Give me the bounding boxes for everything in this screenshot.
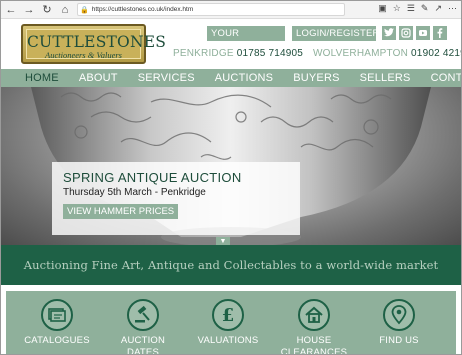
home-icon[interactable]: ⌂ bbox=[57, 2, 73, 18]
back-icon[interactable]: ← bbox=[3, 2, 19, 18]
phone-town-wolverhampton: WOLVERHAMPTON bbox=[313, 48, 409, 59]
promo-panel: SPRING ANTIQUE AUCTION Thursday 5th Marc… bbox=[52, 162, 300, 235]
chevron-down-icon[interactable]: ▼ bbox=[216, 237, 230, 245]
service-label: AUCTION DATES bbox=[120, 335, 166, 355]
main-nav: HOME ABOUT SERVICES AUCTIONS BUYERS SELL… bbox=[1, 69, 461, 87]
service-label: FIND US bbox=[379, 335, 419, 346]
service-valuations[interactable]: £ VALUATIONS bbox=[190, 299, 266, 347]
logo-subtitle: Auctioneers & Valuers bbox=[45, 50, 122, 60]
instagram-icon[interactable] bbox=[399, 26, 413, 40]
service-label: CATALOGUES bbox=[24, 335, 90, 346]
pen-icon[interactable]: ✎ bbox=[421, 3, 429, 14]
service-auction-dates[interactable]: AUCTION DATES bbox=[105, 299, 181, 355]
reading-view-icon[interactable]: ▣ bbox=[378, 3, 387, 14]
refresh-icon[interactable]: ↻ bbox=[39, 2, 55, 18]
logo-title: CUTTLESTONES bbox=[27, 33, 167, 51]
service-find-us[interactable]: FIND US bbox=[361, 299, 437, 347]
catalogue-icon bbox=[41, 299, 73, 331]
pound-icon: £ bbox=[212, 299, 244, 331]
site-header: CUTTLESTONES Auctioneers & Valuers YOUR … bbox=[1, 19, 461, 69]
gavel-icon bbox=[127, 299, 159, 331]
more-icon[interactable]: ⋯ bbox=[448, 3, 457, 14]
share-icon[interactable]: ↗ bbox=[434, 3, 442, 14]
browser-toolbar: ← → ↻ ⌂ 🔒 https://cuttlestones.co.uk/ind… bbox=[1, 1, 461, 19]
nav-auctions[interactable]: AUCTIONS bbox=[215, 69, 273, 87]
nav-buyers[interactable]: BUYERS bbox=[293, 69, 339, 87]
promo-title: SPRING ANTIQUE AUCTION bbox=[63, 170, 242, 185]
nav-sellers[interactable]: SELLERS bbox=[360, 69, 411, 87]
phone-town-penkridge: PENKRIDGE bbox=[173, 48, 234, 59]
twitter-icon[interactable] bbox=[382, 26, 396, 40]
youtube-icon[interactable] bbox=[416, 26, 430, 40]
service-label: VALUATIONS bbox=[197, 335, 259, 346]
lock-icon: 🔒 bbox=[80, 6, 89, 14]
view-hammer-prices-button[interactable]: VIEW HAMMER PRICES bbox=[63, 204, 179, 219]
nav-contact[interactable]: CONTACT bbox=[431, 69, 461, 87]
service-catalogues[interactable]: CATALOGUES bbox=[19, 299, 95, 347]
your-account-button[interactable]: YOUR ACCOUNT bbox=[207, 26, 285, 54]
hero-banner: SPRING ANTIQUE AUCTION Thursday 5th Marc… bbox=[1, 87, 461, 245]
promo-date: Thursday 5th March - Penkridge bbox=[63, 187, 206, 198]
service-label: HOUSE CLEARANCES bbox=[280, 335, 348, 355]
forward-icon[interactable]: → bbox=[21, 2, 37, 18]
nav-home[interactable]: HOME bbox=[25, 69, 59, 87]
favorite-star-icon[interactable]: ☆ bbox=[393, 3, 401, 14]
location-pin-icon bbox=[383, 299, 415, 331]
nav-about[interactable]: ABOUT bbox=[79, 69, 118, 87]
favorites-list-icon[interactable]: ☰ bbox=[407, 3, 415, 14]
facebook-icon[interactable] bbox=[433, 26, 447, 40]
login-register-button[interactable]: LOGIN/REGISTER bbox=[292, 26, 379, 41]
address-bar[interactable]: 🔒 https://cuttlestones.co.uk/index.htm bbox=[77, 3, 345, 16]
tagline-banner: Auctioning Fine Art, Antique and Collect… bbox=[1, 245, 461, 285]
phone-numbers: PENKRIDGE 01785 714905 WOLVERHAMPTON 019… bbox=[173, 48, 461, 59]
house-icon bbox=[298, 299, 330, 331]
phone-number-penkridge[interactable]: 01785 714905 bbox=[237, 48, 303, 59]
nav-services[interactable]: SERVICES bbox=[138, 69, 195, 87]
browser-window: ← → ↻ ⌂ 🔒 https://cuttlestones.co.uk/ind… bbox=[0, 0, 462, 355]
address-text: https://cuttlestones.co.uk/index.htm bbox=[91, 6, 194, 13]
site-logo[interactable]: CUTTLESTONES Auctioneers & Valuers bbox=[21, 24, 167, 64]
phone-number-wolverhampton[interactable]: 01902 421985 bbox=[411, 48, 461, 59]
service-house-clearances[interactable]: HOUSE CLEARANCES bbox=[276, 299, 352, 355]
